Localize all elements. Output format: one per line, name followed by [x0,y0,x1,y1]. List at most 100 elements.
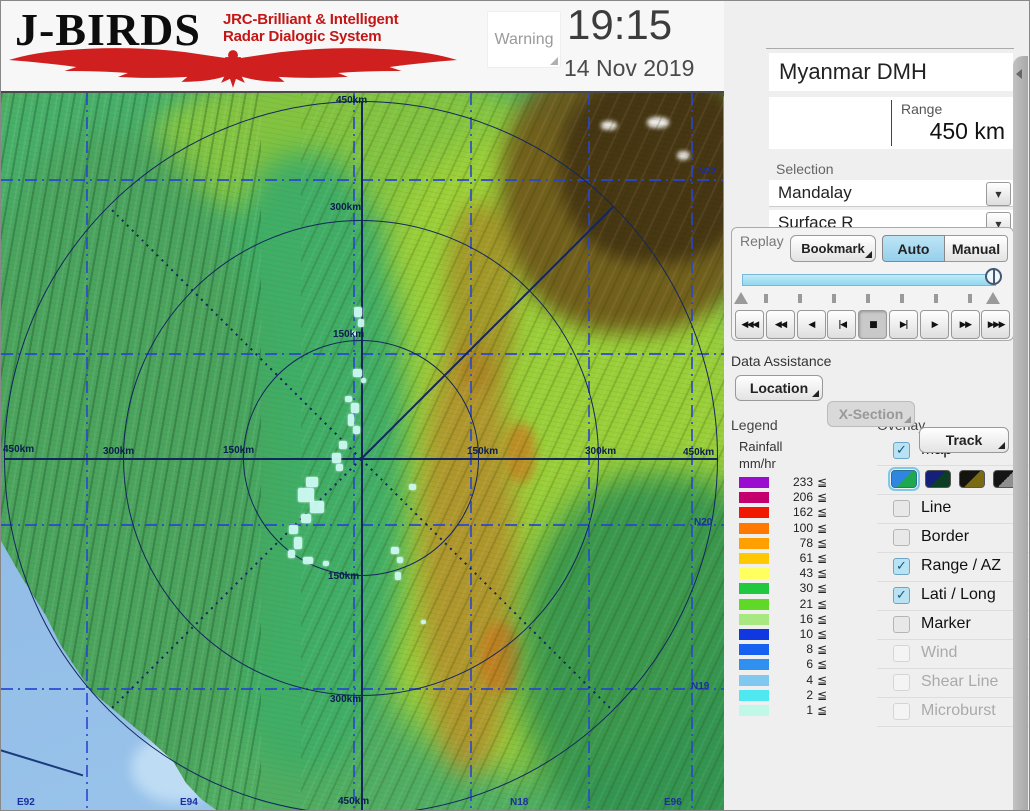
legend-operator: ≦ [817,490,827,504]
border-checkbox[interactable] [893,529,910,546]
legend-value: 78 [771,536,813,550]
overlay-item-label: Wind [921,644,957,662]
overlay-item-label: Lati / Long [921,586,996,604]
overlay-row-line[interactable]: Line [877,495,1029,524]
overlay-row-shear-line: Shear Line [877,669,1029,698]
replay-tick [764,294,768,303]
map-checkbox[interactable]: ✓ [893,442,910,459]
legend-row: 2≦ [739,688,859,703]
legend-label: Legend [731,417,778,433]
legend-swatch [739,705,769,716]
auto-mode-button[interactable]: Auto [882,235,945,262]
control-panel: Myanmar DMH Range 450 km Selection Manda… [724,1,1030,811]
range-divider [891,100,892,146]
legend-row: 61 ≦ [739,551,859,566]
legend-operator: ≦ [817,551,827,565]
panel-collapse-handle[interactable] [1013,56,1028,811]
marker-checkbox[interactable] [893,616,910,633]
legend-value: 4 [771,673,813,687]
legend-value: 43 [771,566,813,580]
radar-map-canvas[interactable]: 450km300km150km150km300km450km150km300km… [1,93,724,811]
station-title: Myanmar DMH [769,53,1013,91]
play-button[interactable]: ▶ [920,310,949,339]
precipitation-echo [391,547,399,554]
replay-slider-track[interactable] [742,274,996,286]
legend-swatch [739,553,769,564]
legend-value: 1 [771,703,813,717]
overlay-row-border[interactable]: Border [877,524,1029,553]
legend-swatch [739,507,769,518]
legend-operator: ≦ [817,536,827,550]
legend-swatch [739,599,769,610]
range-az-checkbox[interactable]: ✓ [893,558,910,575]
overlay-row-wind: Wind [877,640,1029,669]
precipitation-echo [336,464,343,471]
legend-value: 6 [771,657,813,671]
lati-long-checkbox[interactable]: ✓ [893,587,910,604]
step-back-button[interactable]: |◀ [827,310,856,339]
precipitation-echo [294,537,302,549]
selection-dropdown-1[interactable]: Mandalay ▼ [769,180,1013,207]
replay-start-marker[interactable] [734,292,748,304]
stop-button[interactable]: ■ [858,310,887,339]
map-style-swatch-3[interactable] [959,470,985,488]
fast-rewind-button[interactable]: ◀◀ [766,310,795,339]
precipitation-echo [358,319,364,327]
precipitation-echo [397,557,403,563]
microburst-checkbox [893,703,910,720]
precipitation-echo [421,620,426,624]
legend-row: 8≦ [739,642,859,657]
app-logo-subtitle-2: Radar Dialogic System [223,28,381,45]
fast-forward-button[interactable]: ▶▶ [951,310,980,339]
overlay-row-marker[interactable]: Marker [877,611,1029,640]
legend-value: 21 [771,597,813,611]
step-forward-button[interactable]: ▶| [889,310,918,339]
dropdown-arrow-button[interactable]: ▼ [986,182,1011,206]
latlong-label: E96 [664,797,682,808]
legend-swatch [739,568,769,579]
legend-swatch [739,690,769,701]
legend-value: 16 [771,612,813,626]
dropdown-value: Mandalay [778,183,852,203]
skip-start-button[interactable]: ◀◀◀ [735,310,764,339]
replay-end-marker[interactable] [986,292,1000,304]
replay-tick [968,294,972,303]
track-button[interactable]: Track [919,427,1009,453]
precipitation-echo [354,307,362,317]
map-style-swatch-1[interactable] [891,470,917,488]
precipitation-echo [323,561,329,566]
manual-mode-button[interactable]: Manual [945,235,1008,262]
map-style-swatch-2[interactable] [925,470,951,488]
location-button[interactable]: Location [735,375,823,401]
precipitation-echo [409,484,416,490]
data-assistance-label: Data Assistance [731,353,831,369]
skip-end-button[interactable]: ▶▶▶ [981,310,1010,339]
legend-value: 8 [771,642,813,656]
legend-swatch [739,583,769,594]
replay-slider-handle[interactable] [985,268,1002,285]
legend-operator: ≦ [817,566,827,580]
latlong-label: E92 [17,797,35,808]
jbirds-window: J-BIRDS JRC-Brilliant & Intelligent Rada… [0,0,1030,811]
range-box: Range 450 km [769,97,1013,149]
replay-tick [832,294,836,303]
bookmark-button[interactable]: Bookmark [790,235,876,262]
legend-operator: ≦ [817,703,827,717]
overlay-row-lati-long[interactable]: ✓ Lati / Long [877,582,1029,611]
precipitation-echo [306,477,318,487]
legend-value: 2 [771,688,813,702]
play-reverse-button[interactable]: ◀ [797,310,826,339]
shear-line-checkbox [893,674,910,691]
warning-button[interactable]: Warning [487,11,561,68]
legend-value: 61 [771,551,813,565]
legend-row: 78 ≦ [739,536,859,551]
line-checkbox[interactable] [893,500,910,517]
range-ring-label: 300km [330,202,361,213]
terrain-blob [601,121,617,130]
latlong-label: N19 [691,681,709,692]
coast-line [1,748,83,777]
overlay-row-range-az[interactable]: ✓Range / AZ [877,553,1029,582]
legend-operator: ≦ [817,642,827,656]
overlay-item-label: Line [921,499,951,517]
x-section-button: X-Section [827,401,915,427]
